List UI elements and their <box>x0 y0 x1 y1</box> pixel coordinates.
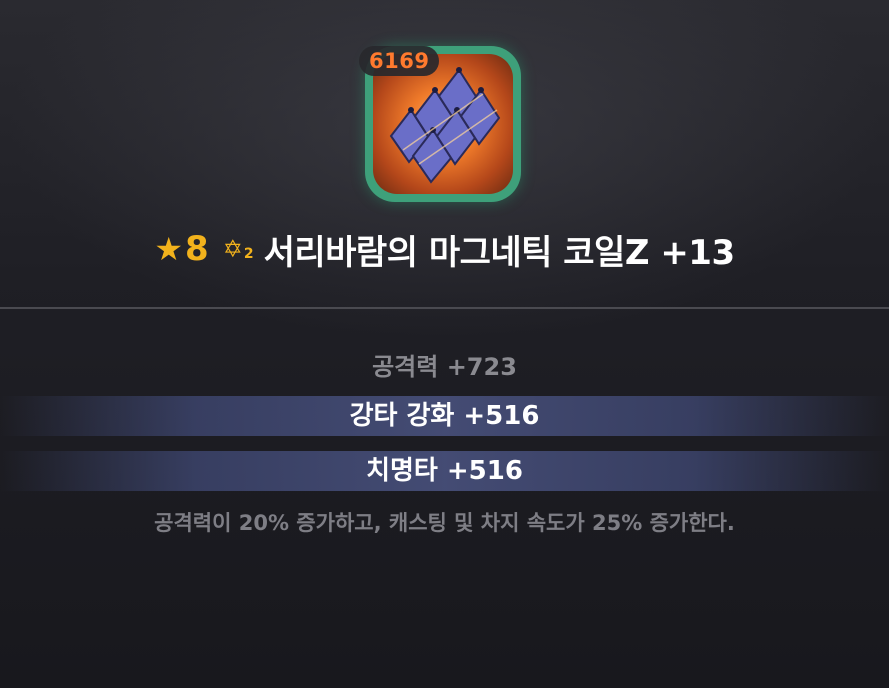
star-grade: ★ 8 <box>154 229 208 269</box>
item-effect-description: 공격력이 20% 증가하고, 캐스팅 및 차지 속도가 25% 증가한다. <box>154 511 735 535</box>
awakening-level-value: 2 <box>243 246 254 262</box>
sub-stat-smash: 강타 강화 +516 <box>0 396 889 436</box>
combat-power-badge: 6169 <box>359 46 440 76</box>
awakening-level: ✡ 2 <box>223 235 254 263</box>
star-icon: ★ <box>154 230 184 268</box>
base-stat: 공격력 +723 <box>372 353 517 381</box>
hexagram-icon: ✡ <box>222 235 243 263</box>
item-name: 서리바람의 마그네틱 코일Z +13 <box>263 232 736 273</box>
divider <box>0 307 889 309</box>
sub-stat-critical: 치명타 +516 <box>0 451 889 491</box>
star-grade-value: 8 <box>185 229 209 269</box>
item-title-row: ★ 8 ✡ 2 서리바람의 마그네틱 코일Z +13 <box>0 222 889 276</box>
item-tooltip: 6169 ★ 8 ✡ 2 서리바람의 마그네틱 코일Z +13 공격력 +723… <box>0 0 889 688</box>
